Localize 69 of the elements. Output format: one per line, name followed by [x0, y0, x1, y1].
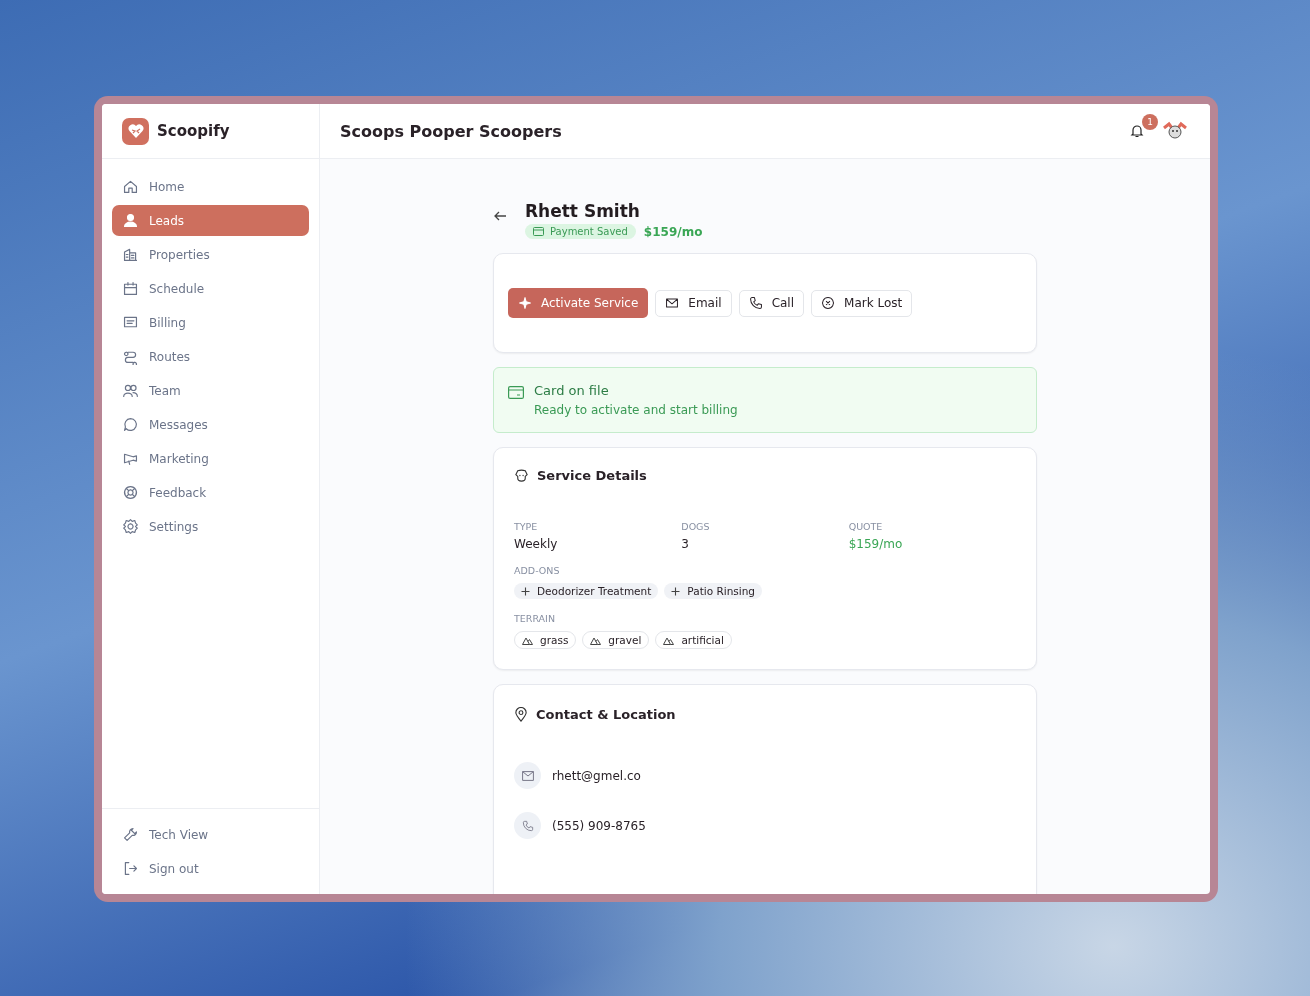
action-button[interactable]: Mark Lost [811, 289, 913, 317]
action-button[interactable]: Call [738, 289, 805, 317]
sidebar-item[interactable]: Feedback [112, 477, 309, 508]
email-icon [514, 762, 541, 789]
back-button[interactable] [493, 210, 507, 222]
terrain-tag: artificial [655, 631, 732, 649]
notification-badge: 1 [1142, 114, 1158, 130]
plus-icon [671, 586, 681, 596]
sidebar-item[interactable]: Team [112, 375, 309, 406]
lead-name: Rhett Smith [525, 201, 641, 221]
field-value: Weekly [514, 537, 558, 551]
phone-number: (555) 909-8765 [552, 818, 646, 833]
sidebar-item[interactable]: Routes [112, 341, 309, 372]
field-value: 3 [681, 537, 689, 551]
phone-icon [748, 296, 763, 310]
status-badge: Payment Saved [525, 224, 636, 239]
field-label: TERRAIN [514, 613, 556, 624]
dog-icon [514, 468, 529, 483]
sparkle-icon [518, 296, 532, 310]
credit-card-icon [508, 386, 524, 399]
field-value: $159/mo [848, 537, 903, 551]
addon-tag: Patio Rinsing [664, 583, 763, 599]
notice-title: Card on file [534, 383, 610, 398]
wrench-icon [122, 826, 139, 843]
sidebar-item[interactable]: Properties [112, 239, 309, 270]
sidebar-item[interactable]: Billing [112, 307, 309, 338]
field-label: ADD-ONS [514, 565, 560, 576]
lifebuoy-icon [122, 484, 139, 501]
action-button[interactable]: Email [655, 289, 732, 317]
notice-text: Ready to activate and start billing [534, 403, 738, 417]
location-pin-icon [514, 707, 528, 722]
mountain-icon [663, 635, 675, 645]
section-title: Contact & Location [536, 707, 676, 722]
sidebar-item[interactable]: Tech View [112, 819, 309, 850]
email-icon [665, 296, 680, 310]
field-label: DOGS [681, 521, 710, 532]
mountain-icon [590, 635, 602, 645]
monthly-price: $159/mo [643, 224, 703, 239]
sidebar-item[interactable]: Marketing [112, 443, 309, 474]
phone-icon [514, 812, 541, 839]
field-label: TYPE [514, 521, 538, 532]
sidebar-item[interactable]: Schedule [112, 273, 309, 304]
chat-bubble-icon [122, 416, 139, 433]
action-button[interactable]: Activate Service [508, 288, 649, 318]
person-icon [122, 212, 139, 229]
settings-icon [122, 518, 139, 535]
sidebar-item[interactable]: Sign out [112, 853, 309, 884]
terrain-tag: gravel [582, 631, 650, 649]
brand-name: Scoopify [157, 122, 230, 140]
avatar-icon[interactable] [1162, 120, 1188, 142]
sidebar-item[interactable]: Leads [112, 205, 309, 236]
card-icon [533, 227, 544, 236]
home-icon [122, 178, 139, 195]
terrain-tag: grass [514, 631, 577, 649]
addon-tag: Deodorizer Treatment [514, 583, 659, 599]
building-icon [122, 246, 139, 263]
calendar-icon [122, 280, 139, 297]
sign-out-icon [122, 860, 139, 877]
logo-icon [122, 117, 149, 145]
email-address: rhett@gmel.co [552, 768, 641, 783]
sidebar-item[interactable]: Home [112, 171, 309, 202]
mountain-icon [522, 635, 533, 645]
sidebar-item[interactable]: Messages [112, 409, 309, 440]
people-icon [122, 382, 139, 399]
section-title: Service Details [537, 468, 647, 483]
field-label: QUOTE [848, 521, 883, 532]
plus-icon [521, 586, 530, 596]
page-title: Scoops Pooper Scoopers [340, 121, 562, 141]
sidebar-item[interactable]: Settings [112, 511, 309, 542]
